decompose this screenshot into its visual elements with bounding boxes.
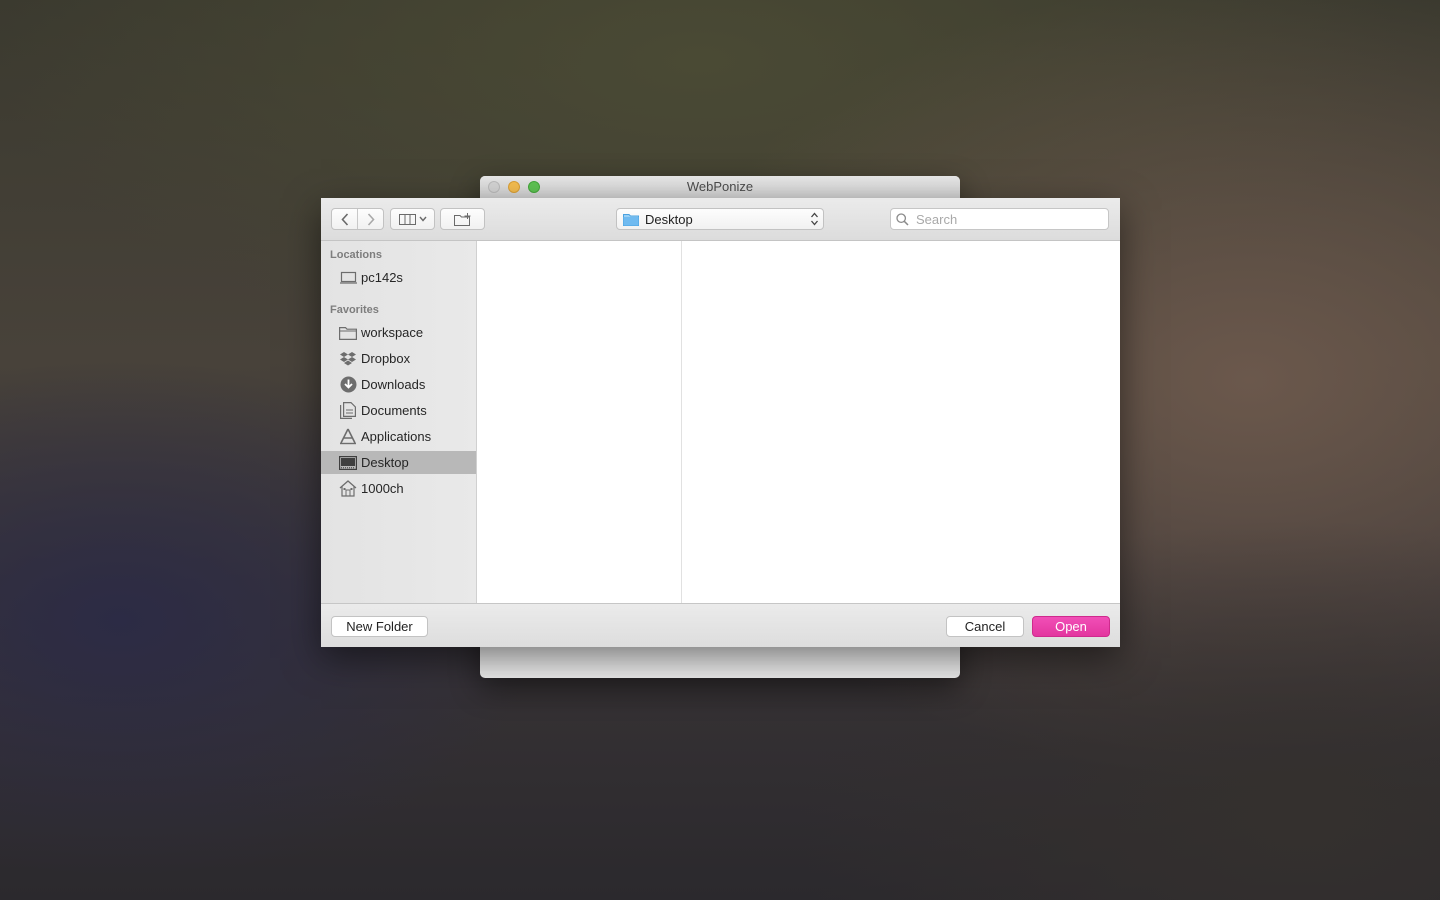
applications-icon xyxy=(339,428,357,446)
documents-icon xyxy=(339,402,357,420)
zoom-window-button[interactable] xyxy=(528,181,540,193)
open-button[interactable]: Open xyxy=(1032,616,1110,637)
sidebar-item-pc142s[interactable]: pc142s xyxy=(321,266,476,289)
sidebar-item-documents[interactable]: Documents xyxy=(321,399,476,422)
desktop-icon xyxy=(339,454,357,472)
sidebar-item-1000ch[interactable]: 1000ch xyxy=(321,477,476,500)
computer-icon xyxy=(339,269,357,287)
downloads-icon xyxy=(339,376,357,394)
sidebar-item-workspace[interactable]: workspace xyxy=(321,321,476,344)
search-icon xyxy=(896,212,909,226)
sidebar-item-downloads[interactable]: Downloads xyxy=(321,373,476,396)
blue-folder-icon xyxy=(623,213,639,226)
sidebar-item-label: pc142s xyxy=(361,270,403,285)
chevron-right-icon xyxy=(367,212,375,226)
minimize-window-button[interactable] xyxy=(508,181,520,193)
up-down-arrows-icon xyxy=(811,212,818,226)
new-folder-button[interactable]: New Folder xyxy=(331,616,428,637)
browser-column-2[interactable] xyxy=(682,241,1120,603)
sidebar-item-label: Applications xyxy=(361,429,432,444)
dialog-footer: New Folder Cancel Open xyxy=(321,603,1120,647)
sidebar-item-desktop[interactable]: Desktop xyxy=(321,451,476,474)
home-icon xyxy=(339,480,357,498)
chevron-down-icon xyxy=(418,216,427,222)
open-file-dialog: Desktop Locations pc142s Favorites works… xyxy=(321,198,1120,647)
toolbar-new-folder-button[interactable] xyxy=(440,208,485,230)
search-input[interactable] xyxy=(914,210,1098,228)
back-forward-group xyxy=(331,208,384,230)
sidebar: Locations pc142s Favorites workspace Dro… xyxy=(321,241,477,603)
file-browser-area xyxy=(477,241,1120,603)
sidebar-item-label: Downloads xyxy=(361,377,426,392)
back-button[interactable] xyxy=(332,209,357,229)
sidebar-section-locations: Locations xyxy=(330,249,382,261)
view-mode-button[interactable] xyxy=(390,208,435,230)
app-window-titlebar: WebPonize xyxy=(480,176,960,199)
sidebar-item-applications[interactable]: Applications xyxy=(321,425,476,448)
folder-icon xyxy=(339,324,357,342)
dialog-toolbar: Desktop xyxy=(321,198,1120,241)
new-folder-icon xyxy=(453,212,470,226)
location-popup[interactable]: Desktop xyxy=(616,208,824,230)
sidebar-item-label: Dropbox xyxy=(361,351,411,366)
sidebar-item-label: Documents xyxy=(361,403,427,418)
columns-view-icon xyxy=(398,213,416,225)
app-window-title: WebPonize xyxy=(686,179,754,194)
sidebar-section-favorites: Favorites xyxy=(330,304,379,316)
sidebar-item-label: Desktop xyxy=(361,455,409,470)
browser-column-1[interactable] xyxy=(477,241,682,603)
search-field[interactable] xyxy=(890,208,1109,230)
forward-button[interactable] xyxy=(357,209,383,229)
dropbox-icon xyxy=(339,350,357,368)
chevron-left-icon xyxy=(340,212,348,226)
sidebar-item-label: workspace xyxy=(361,325,424,340)
location-popup-label: Desktop xyxy=(645,211,693,227)
close-window-button[interactable] xyxy=(488,181,500,193)
sidebar-item-dropbox[interactable]: Dropbox xyxy=(321,347,476,370)
sidebar-item-label: 1000ch xyxy=(361,481,404,496)
cancel-button[interactable]: Cancel xyxy=(946,616,1024,637)
